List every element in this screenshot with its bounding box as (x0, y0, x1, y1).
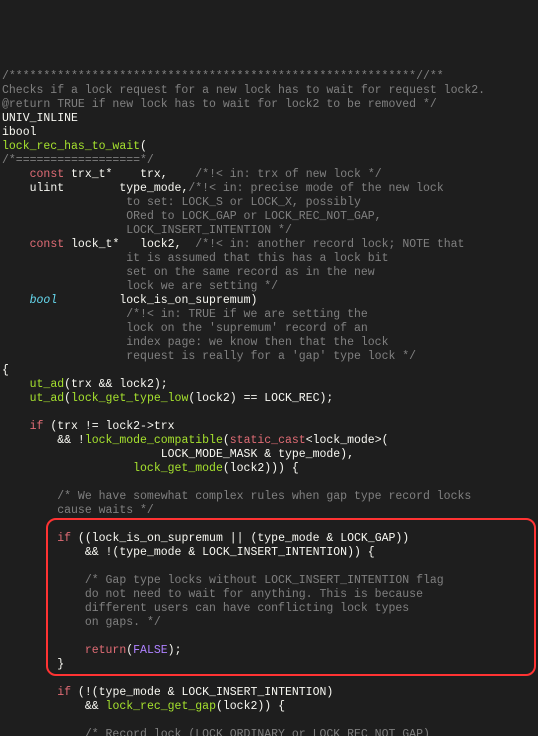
param: lock_is_on_supremum (119, 294, 250, 307)
const: LOCK_INSERT_INTENTION (202, 546, 347, 559)
call: ut_ad (30, 378, 65, 391)
keyword: static_cast (230, 434, 306, 447)
return-type: ibool (2, 126, 37, 139)
param-comment: set on the same record as in the new (126, 266, 374, 279)
param-comment: /*!< in: precise mode of the new lock (188, 182, 443, 195)
param-comment: lock on the 'supremum' record of an (126, 322, 368, 335)
param: type_mode (119, 182, 181, 195)
keyword: if (30, 420, 44, 433)
param-comment: request is really for a 'gap' type lock … (126, 350, 416, 363)
keyword: const (30, 238, 65, 251)
const: FALSE (133, 644, 168, 657)
comment-line: Checks if a lock request for a new lock … (2, 84, 485, 97)
call: lock_get_type_low (71, 392, 188, 405)
param: trx (140, 168, 161, 181)
comment-line: do not need to wait for anything. This i… (85, 588, 423, 601)
type: trx_t* (71, 168, 112, 181)
type: ulint (30, 182, 65, 195)
code-block: /***************************************… (2, 56, 538, 736)
type: lock_t* (71, 238, 119, 251)
const: LOCK_GAP (340, 532, 395, 545)
comment-line: /***************************************… (2, 70, 444, 83)
keyword: if (57, 532, 71, 545)
param-comment: ORed to LOCK_GAP or LOCK_REC_NOT_GAP, (126, 210, 381, 223)
call: lock_get_mode (133, 462, 223, 475)
param-comment: to set: LOCK_S or LOCK_X, possibly (126, 196, 361, 209)
param: lock2 (140, 238, 175, 251)
const: LOCK_MODE_MASK (161, 448, 258, 461)
keyword: return (85, 644, 126, 657)
param-comment: /*!< in: TRUE if we are setting the (126, 308, 368, 321)
const: LOCK_REC (264, 392, 319, 405)
comment-line: /*==================*/ (2, 154, 154, 167)
comment-line: /* Record lock (LOCK_ORDINARY or LOCK_RE… (85, 728, 430, 736)
type: bool (30, 294, 58, 307)
call: lock_mode_compatible (85, 434, 223, 447)
comment-line: cause waits */ (57, 504, 154, 517)
comment-line: /* We have somewhat complex rules when g… (57, 490, 471, 503)
param-comment: index page: we know then that the lock (126, 336, 388, 349)
call: ut_ad (30, 392, 65, 405)
param-comment: /*!< in: trx of new lock */ (195, 168, 381, 181)
const: LOCK_INSERT_INTENTION (181, 686, 326, 699)
param-comment: it is assumed that this has a lock bit (126, 252, 388, 265)
type-arg: lock_mode (313, 434, 375, 447)
keyword: if (57, 686, 71, 699)
macro: UNIV_INLINE (2, 112, 78, 125)
call: lock_rec_get_gap (106, 700, 216, 713)
comment-line: on gaps. */ (85, 616, 161, 629)
param-comment: /*!< in: another record lock; NOTE that (195, 238, 464, 251)
comment-line: /* Gap type locks without LOCK_INSERT_IN… (85, 574, 444, 587)
function-name: lock_rec_has_to_wait (2, 140, 140, 153)
keyword: const (30, 168, 65, 181)
comment-line: different users can have conflicting loc… (85, 602, 409, 615)
param-comment: LOCK_INSERT_INTENTION */ (126, 224, 292, 237)
param-comment: lock we are setting */ (126, 280, 278, 293)
comment-line: @return TRUE if new lock has to wait for… (2, 98, 437, 111)
